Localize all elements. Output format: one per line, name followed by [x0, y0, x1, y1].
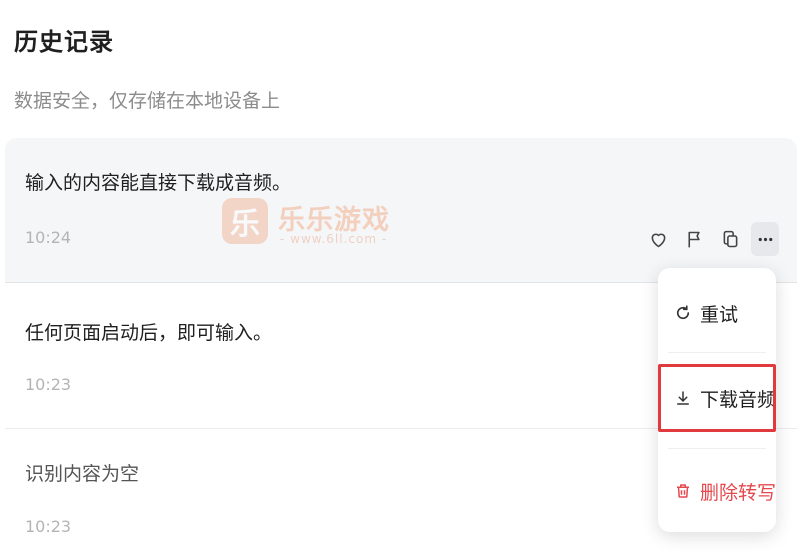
refresh-icon	[676, 305, 690, 320]
more-icon	[758, 237, 772, 241]
download-icon	[677, 391, 689, 405]
history-item-time: 10:23	[25, 375, 72, 394]
copy-button[interactable]	[715, 224, 745, 254]
copy-icon	[723, 230, 737, 247]
history-item-time: 10:24	[25, 228, 72, 247]
delete-transcript-label: 删除转写	[700, 481, 777, 504]
flag-icon	[687, 231, 700, 247]
history-item-text: 任何页面启动后，即可输入。	[25, 322, 273, 344]
trash-icon	[677, 484, 689, 498]
history-item-text: 输入的内容能直接下载成音频。	[25, 172, 292, 194]
history-item-text: 识别内容为空	[25, 463, 140, 485]
menu-divider	[668, 352, 766, 353]
page-title: 历史记录	[14, 28, 114, 56]
page-subtitle: 数据安全，仅存储在本地设备上	[14, 90, 281, 112]
history-item-time: 10:23	[25, 517, 72, 536]
flag-button[interactable]	[679, 224, 709, 254]
heart-icon	[651, 233, 665, 247]
download-audio-menu-item[interactable]: 下载音频	[658, 364, 776, 432]
delete-transcript-menu-item[interactable]: 删除转写	[658, 468, 776, 514]
history-item[interactable]: 输入的内容能直接下载成音频。 10:24	[5, 138, 797, 283]
retry-menu-item[interactable]: 重试	[658, 290, 776, 336]
more-button[interactable]	[751, 222, 779, 256]
menu-divider	[668, 448, 766, 449]
item-actions	[643, 222, 779, 256]
download-audio-label: 下载音频	[700, 388, 777, 411]
more-actions-menu: 重试 下载音频 删除转写	[658, 268, 776, 532]
retry-label: 重试	[700, 303, 739, 326]
like-button[interactable]	[643, 224, 673, 254]
